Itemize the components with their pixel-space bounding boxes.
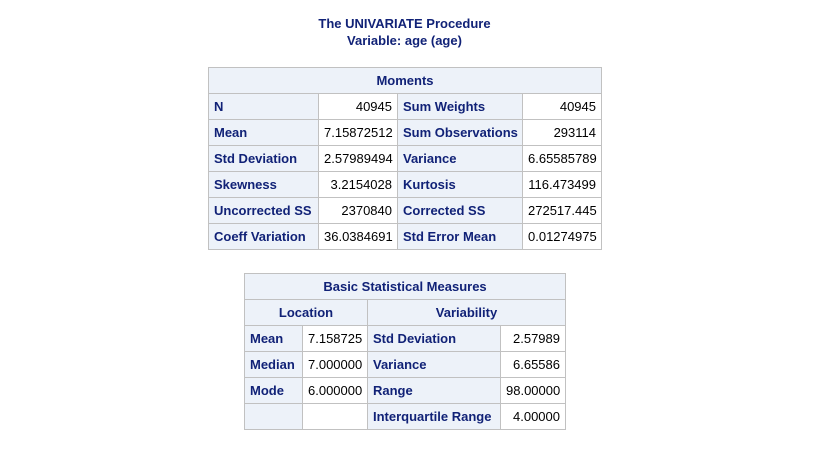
- moments-caption: Moments: [208, 67, 602, 94]
- cell-value: 7.15872512: [318, 119, 398, 146]
- cell-value: 293114: [522, 119, 602, 146]
- location-header: Location: [244, 299, 368, 326]
- row-label: Uncorrected SS: [208, 197, 319, 224]
- row-label: Coeff Variation: [208, 223, 319, 250]
- cell-value: 2.57989: [500, 325, 566, 352]
- basic-statistics-caption: Basic Statistical Measures: [244, 273, 566, 300]
- cell-value: 2.57989494: [318, 145, 398, 172]
- cell-value: 4.00000: [500, 403, 566, 430]
- cell-value: 7.000000: [302, 351, 368, 378]
- cell-value: 7.158725: [302, 325, 368, 352]
- row-label: [244, 403, 303, 430]
- cell-value: 116.473499: [522, 171, 602, 198]
- variability-header: Variability: [367, 299, 566, 326]
- cell-value: 2370840: [318, 197, 398, 224]
- cell-value: 0.01274975: [522, 223, 602, 250]
- table-row: Coeff Variation 36.0384691 Std Error Mea…: [208, 223, 602, 250]
- row-label: Interquartile Range: [367, 403, 501, 430]
- row-label: Mean: [244, 325, 303, 352]
- table-row: Mean 7.158725 Std Deviation 2.57989: [244, 325, 566, 352]
- row-label: Mode: [244, 377, 303, 404]
- table-row: Uncorrected SS 2370840 Corrected SS 2725…: [208, 197, 602, 224]
- cell-value: 6.000000: [302, 377, 368, 404]
- table-row: Mode 6.000000 Range 98.00000: [244, 377, 566, 404]
- row-label: Std Error Mean: [397, 223, 523, 250]
- cell-value: 40945: [318, 93, 398, 120]
- row-label: Kurtosis: [397, 171, 523, 198]
- row-label: Skewness: [208, 171, 319, 198]
- moments-table: Moments N 40945 Sum Weights 40945 Mean 7…: [208, 67, 602, 250]
- row-label: Std Deviation: [208, 145, 319, 172]
- variable-title: Variable: age (age): [347, 33, 462, 48]
- table-row: N 40945 Sum Weights 40945: [208, 93, 602, 120]
- cell-value: [302, 403, 368, 430]
- row-label: Range: [367, 377, 501, 404]
- table-row: Median 7.000000 Variance 6.65586: [244, 351, 566, 378]
- procedure-title: The UNIVARIATE Procedure: [318, 16, 491, 31]
- cell-value: 6.65585789: [522, 145, 602, 172]
- cell-value: 3.2154028: [318, 171, 398, 198]
- cell-value: 98.00000: [500, 377, 566, 404]
- table-row: Interquartile Range 4.00000: [244, 403, 566, 430]
- row-label: Variance: [367, 351, 501, 378]
- procedure-titles: The UNIVARIATE Procedure Variable: age (…: [0, 15, 809, 49]
- basic-statistics-table: Basic Statistical Measures Location Vari…: [244, 273, 566, 430]
- cell-value: 272517.445: [522, 197, 602, 224]
- table-row: Skewness 3.2154028 Kurtosis 116.473499: [208, 171, 602, 198]
- row-label: N: [208, 93, 319, 120]
- table-row: Mean 7.15872512 Sum Observations 293114: [208, 119, 602, 146]
- row-label: Variance: [397, 145, 523, 172]
- row-label: Corrected SS: [397, 197, 523, 224]
- row-label: Sum Weights: [397, 93, 523, 120]
- row-label: Median: [244, 351, 303, 378]
- row-label: Sum Observations: [397, 119, 523, 146]
- table-row: Std Deviation 2.57989494 Variance 6.6558…: [208, 145, 602, 172]
- cell-value: 6.65586: [500, 351, 566, 378]
- row-label: Std Deviation: [367, 325, 501, 352]
- cell-value: 40945: [522, 93, 602, 120]
- cell-value: 36.0384691: [318, 223, 398, 250]
- row-label: Mean: [208, 119, 319, 146]
